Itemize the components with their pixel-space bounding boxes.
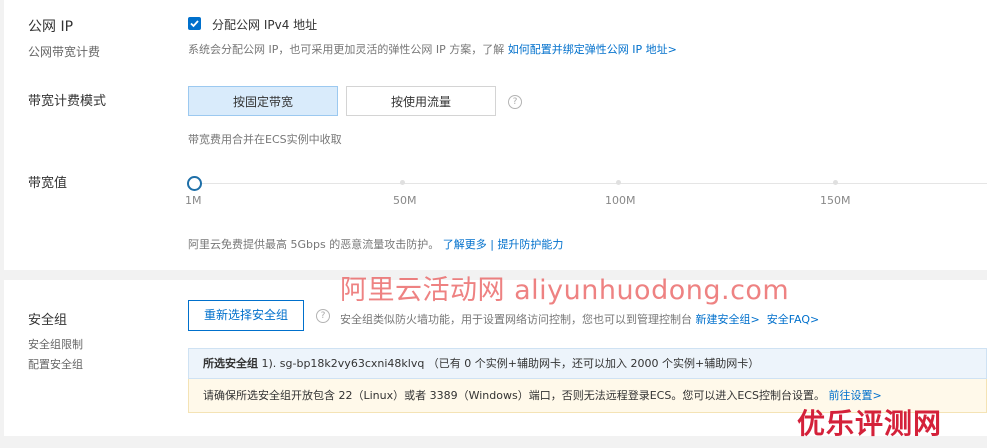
- ddos-description: 阿里云免费提供最高 5Gbps 的恶意流量攻击防护。 了解更多 | 提升防护能力: [188, 236, 563, 252]
- tick-dot: [616, 180, 621, 185]
- eip-guide-link[interactable]: 如何配置并绑定弹性公网 IP 地址>: [508, 43, 677, 56]
- question-circle-icon[interactable]: ?: [316, 309, 330, 323]
- tick-label-150m: 150M: [820, 194, 851, 207]
- security-group-label: 安全组: [28, 313, 68, 328]
- tick-dot: [833, 180, 838, 185]
- public-ip-description-text: 系统会分配公网 IP，也可采用更加灵活的弹性公网 IP 方案，了解: [188, 43, 505, 56]
- upgrade-protection-link[interactable]: 提升防护能力: [497, 238, 563, 251]
- link-separator: |: [490, 238, 494, 251]
- reselect-security-group-button[interactable]: 重新选择安全组: [188, 300, 304, 331]
- fixed-bandwidth-button[interactable]: 按固定带宽: [188, 86, 338, 116]
- security-group-description-text: 安全组类似防火墙功能，用于设置网络访问控制，您也可以到管理控制台: [340, 313, 692, 326]
- security-group-sublabel-1: 安全组限制: [28, 338, 83, 351]
- tick-dot: [400, 180, 405, 185]
- selected-security-group-box: 所选安全组 1). sg-bp18k2vy63cxni48klvq （已有 0 …: [188, 348, 987, 379]
- new-security-group-link[interactable]: 新建安全组>: [696, 313, 760, 326]
- public-ip-description: 系统会分配公网 IP，也可采用更加灵活的弹性公网 IP 方案，了解 如何配置并绑…: [188, 41, 677, 57]
- selected-security-group-detail: 1). sg-bp18k2vy63cxni48klvq （已有 0 个实例+辅助…: [261, 357, 760, 370]
- tick-label-50m: 50M: [393, 194, 417, 207]
- go-settings-link[interactable]: 前往设置>: [828, 389, 881, 402]
- selected-security-group-title: 所选安全组: [203, 357, 258, 370]
- bandwidth-slider-track[interactable]: [194, 183, 987, 184]
- site-badge: 优乐评测网: [797, 407, 943, 440]
- ddos-description-text: 阿里云免费提供最高 5Gbps 的恶意流量攻击防护。: [188, 238, 440, 251]
- security-group-sublabel-2: 配置安全组: [28, 358, 83, 371]
- assign-ipv4-label[interactable]: 分配公网 IPv4 地址: [212, 16, 317, 33]
- security-group-description: 安全组类似防火墙功能，用于设置网络访问控制，您也可以到管理控制台 新建安全组> …: [340, 311, 819, 327]
- bandwidth-label: 带宽值: [28, 176, 68, 191]
- question-circle-icon[interactable]: ?: [508, 95, 522, 109]
- public-ip-label: 公网 IP: [28, 19, 74, 35]
- usage-traffic-button[interactable]: 按使用流量: [346, 86, 496, 116]
- learn-more-link[interactable]: 了解更多: [443, 238, 487, 251]
- check-icon: [190, 20, 199, 28]
- assign-ipv4-checkbox[interactable]: [188, 17, 201, 30]
- port-warning-text: 请确保所选安全组开放包含 22（Linux）或者 3389（Windows）端口…: [203, 389, 825, 402]
- billing-mode-label: 带宽计费模式: [28, 94, 107, 109]
- tick-label-1m: 1M: [185, 194, 202, 207]
- public-ip-sublabel: 公网带宽计费: [28, 45, 101, 59]
- bandwidth-slider-handle[interactable]: [187, 176, 202, 191]
- tick-label-100m: 100M: [605, 194, 636, 207]
- security-faq-link[interactable]: 安全FAQ>: [767, 313, 820, 326]
- billing-mode-description: 带宽费用合并在ECS实例中收取: [188, 133, 342, 146]
- watermark: 阿里云活动网 aliyunhuodong.com: [340, 275, 790, 306]
